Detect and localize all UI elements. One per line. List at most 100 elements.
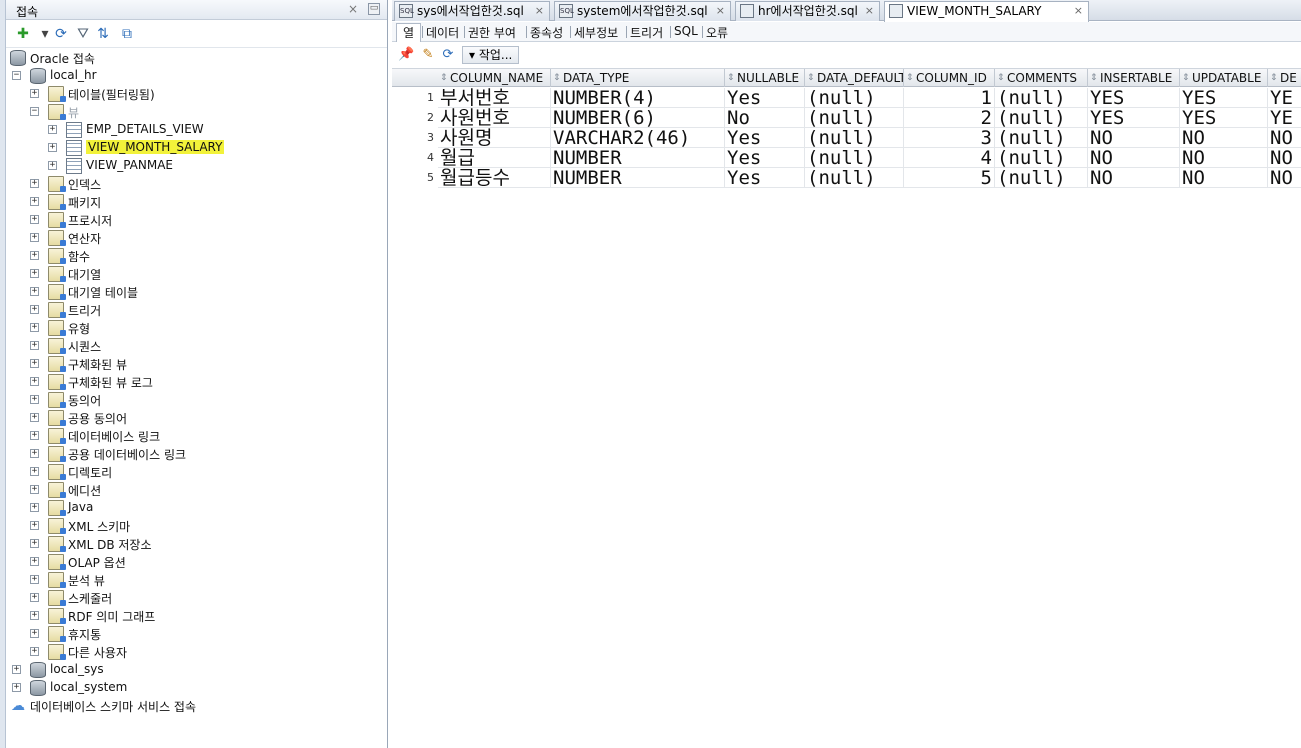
close-icon[interactable]: × [1074, 2, 1083, 20]
sort-icon[interactable]: ⇕ [997, 69, 1005, 87]
expand-icon[interactable]: + [30, 503, 39, 512]
schema-browser-icon[interactable]: ⇅ [94, 25, 112, 43]
table-cell[interactable]: No [725, 108, 805, 128]
table-cell[interactable]: NO [1088, 168, 1180, 188]
tree-node[interactable]: + 대기열 [6, 265, 388, 283]
sort-icon[interactable]: ⇕ [727, 69, 735, 87]
table-cell[interactable]: VARCHAR2(46) [551, 128, 725, 148]
column-header[interactable]: ⇕ COMMENTS [995, 69, 1088, 87]
expand-icon[interactable]: + [30, 467, 39, 476]
tree-node[interactable]: + XML 스키마 [6, 517, 388, 535]
editor-tab[interactable]: VIEW_MONTH_SALARY × [884, 1, 1089, 22]
expand-icon[interactable]: + [30, 305, 39, 314]
actions-button[interactable]: ▾ 작업... [462, 46, 520, 64]
table-cell[interactable]: YES [1088, 88, 1180, 108]
table-cell[interactable]: NO [1088, 148, 1180, 168]
sort-icon[interactable]: ⇕ [807, 69, 815, 87]
expand-icon[interactable]: + [30, 593, 39, 602]
table-cell[interactable]: 1 [904, 88, 995, 108]
table-cell[interactable]: NO [1268, 168, 1301, 188]
expand-icon[interactable]: + [48, 125, 57, 134]
tree-node[interactable]: + Java [6, 499, 388, 517]
tree-node[interactable]: + 스케줄러 [6, 589, 388, 607]
collapse-icon[interactable]: − [12, 71, 21, 80]
table-cell[interactable]: 월급등수 [438, 168, 551, 188]
close-icon[interactable]: × [865, 2, 874, 20]
subtab[interactable]: 열 [396, 23, 422, 42]
expand-icon[interactable]: + [30, 611, 39, 620]
table-cell[interactable]: (null) [995, 148, 1088, 168]
expand-icon[interactable]: + [48, 161, 57, 170]
column-header[interactable]: ⇕ COLUMN_ID [904, 69, 995, 87]
expand-icon[interactable]: + [30, 269, 39, 278]
table-cell[interactable]: 2 [904, 108, 995, 128]
table-cell[interactable]: (null) [805, 148, 904, 168]
table-cell[interactable]: NO [1088, 128, 1180, 148]
tree-node[interactable]: + 유형 [6, 319, 388, 337]
tree-node[interactable]: + 대기열 테이블 [6, 283, 388, 301]
column-header[interactable]: ⇕ DATA_DEFAULT [805, 69, 904, 87]
table-cell[interactable]: NO [1180, 128, 1268, 148]
filter-icon[interactable]: ⛛ [74, 25, 92, 43]
tree-node[interactable]: + 테이블(필터링됨) [6, 85, 388, 103]
close-icon[interactable]: × [535, 2, 544, 20]
column-header[interactable]: ⇕ COLUMN_NAME [438, 69, 551, 87]
table-cell[interactable]: 사원번호 [438, 108, 551, 128]
sort-icon[interactable]: ⇕ [553, 69, 561, 87]
expand-icon[interactable]: + [30, 287, 39, 296]
edit-icon[interactable]: ✎ [420, 47, 436, 63]
minimize-icon[interactable]: ▭ [368, 3, 380, 15]
tree-node[interactable]: + local_system [6, 679, 388, 697]
table-cell[interactable]: 3 [904, 128, 995, 148]
table-cell[interactable]: (null) [805, 108, 904, 128]
tree-node[interactable]: + 공용 데이터베이스 링크 [6, 445, 388, 463]
table-row[interactable]: 5 월급등수 NUMBER Yes (null) 5 (null) NO NO NO [392, 168, 1301, 188]
expand-icon[interactable]: + [30, 395, 39, 404]
sort-icon[interactable]: ⇕ [1182, 69, 1190, 87]
tree-node[interactable]: − local_hr [6, 67, 388, 85]
expand-icon[interactable]: + [30, 521, 39, 530]
expand-icon[interactable]: + [30, 629, 39, 638]
pin-icon[interactable]: 📌 [398, 47, 414, 63]
table-cell[interactable]: Yes [725, 168, 805, 188]
table-cell[interactable]: YE [1268, 88, 1301, 108]
tree-node[interactable]: + 트리거 [6, 301, 388, 319]
tree-node[interactable]: Oracle 접속 [6, 49, 388, 67]
column-header[interactable]: ⇕ NULLABLE [725, 69, 805, 87]
table-cell[interactable]: (null) [805, 88, 904, 108]
table-cell[interactable]: 5 [904, 168, 995, 188]
tree-node[interactable]: + 인덱스 [6, 175, 388, 193]
column-header[interactable]: ⇕ INSERTABLE [1088, 69, 1180, 87]
table-cell[interactable]: NUMBER [551, 148, 725, 168]
expand-icon[interactable]: + [30, 323, 39, 332]
editor-tab[interactable]: hr에서작업한것.sql × [735, 1, 880, 21]
column-header[interactable]: ⇕ DE [1268, 69, 1301, 87]
collapse-all-icon[interactable]: ⧉ [118, 25, 136, 43]
close-icon[interactable]: × [716, 2, 725, 20]
table-cell[interactable]: NUMBER(4) [551, 88, 725, 108]
expand-icon[interactable]: + [30, 251, 39, 260]
tree-node[interactable]: ☁ 데이터베이스 스키마 서비스 접속 [6, 697, 388, 715]
tree-node[interactable]: + 패키지 [6, 193, 388, 211]
table-cell[interactable]: YES [1088, 108, 1180, 128]
table-cell[interactable]: Yes [725, 148, 805, 168]
table-cell[interactable]: (null) [995, 168, 1088, 188]
tree-node[interactable]: + RDF 의미 그래프 [6, 607, 388, 625]
tree-node[interactable]: + 동의어 [6, 391, 388, 409]
tree-node[interactable]: + XML DB 저장소 [6, 535, 388, 553]
table-cell[interactable]: YE [1268, 108, 1301, 128]
close-icon[interactable]: × [348, 2, 358, 16]
table-cell[interactable]: (null) [995, 128, 1088, 148]
expand-icon[interactable]: + [30, 557, 39, 566]
subtab[interactable]: SQL [674, 24, 698, 38]
table-cell[interactable]: NUMBER(6) [551, 108, 725, 128]
tree-node[interactable]: + 함수 [6, 247, 388, 265]
tree-node[interactable]: + 시퀀스 [6, 337, 388, 355]
tree-node[interactable]: + 디렉토리 [6, 463, 388, 481]
table-cell[interactable]: Yes [725, 88, 805, 108]
expand-icon[interactable]: + [30, 179, 39, 188]
subtab[interactable]: 권한 부여 [468, 24, 516, 41]
tree-node[interactable]: + 구체화된 뷰 [6, 355, 388, 373]
table-cell[interactable]: NO [1180, 148, 1268, 168]
sort-icon[interactable]: ⇕ [1090, 69, 1098, 87]
